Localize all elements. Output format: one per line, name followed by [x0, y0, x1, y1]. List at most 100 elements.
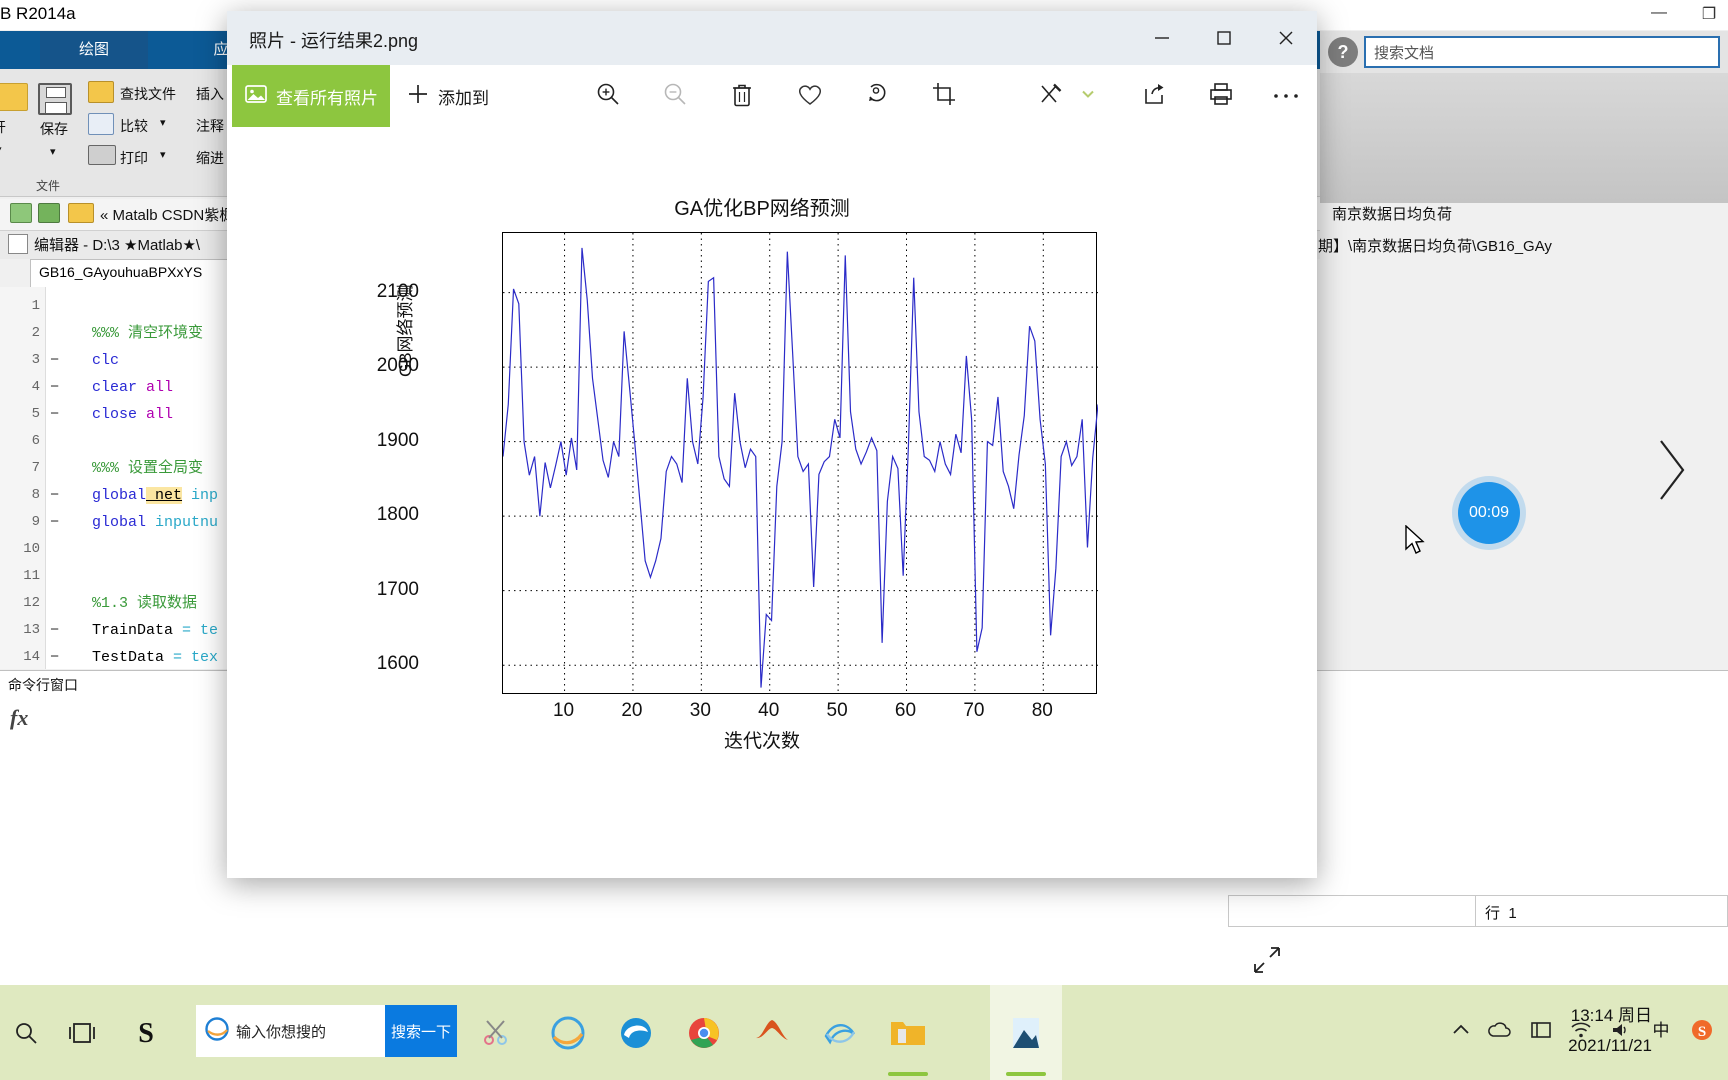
photos-maximize-button[interactable]: [1193, 11, 1255, 65]
matlab-window-controls[interactable]: — ❐: [1648, 4, 1720, 24]
open-dropdown-caret[interactable]: ▾: [0, 143, 2, 156]
photos-minimize-button[interactable]: [1131, 11, 1193, 65]
address-refresh-icon[interactable]: [38, 203, 60, 223]
taskbar-search-button[interactable]: 搜索一下: [385, 1005, 457, 1057]
sogou-input-icon[interactable]: S: [122, 985, 170, 1080]
comment-label[interactable]: 注释: [196, 116, 224, 136]
help-icon[interactable]: ?: [1328, 37, 1358, 67]
photos-icon: [244, 82, 268, 111]
chart-title: GA优化BP网络预测: [674, 198, 850, 220]
zoom-out-button[interactable]: [654, 65, 696, 127]
insert-label[interactable]: 插入: [196, 84, 224, 104]
code-line-text: %%% 清空环境变: [92, 325, 204, 342]
more-options-button[interactable]: [1265, 65, 1307, 127]
favorite-button[interactable]: [789, 65, 831, 127]
compare-icon[interactable]: [88, 113, 114, 135]
taskbar-search-icon-button[interactable]: [0, 985, 52, 1080]
matlab-help-bar: ? 搜索文档: [1320, 31, 1728, 73]
print-button[interactable]: [1200, 65, 1242, 127]
code-line-text: TestData = tex: [92, 649, 219, 666]
onedrive-icon[interactable]: [1488, 1020, 1512, 1045]
sogou-tray-icon[interactable]: S: [1690, 1018, 1714, 1047]
delete-button[interactable]: [721, 65, 763, 127]
task-view-button[interactable]: [56, 985, 108, 1080]
code-line-text: clc: [92, 352, 120, 369]
save-button-label[interactable]: 保存: [40, 119, 68, 139]
matlab-tab-plots[interactable]: 绘图: [40, 31, 148, 69]
share-button[interactable]: [1133, 65, 1175, 127]
print-icon[interactable]: [88, 145, 116, 165]
indent-label[interactable]: 缩进: [196, 148, 224, 168]
chrome-icon[interactable]: [676, 985, 732, 1080]
nutstore-icon[interactable]: [812, 985, 868, 1080]
crop-button[interactable]: [923, 65, 965, 127]
ime-chinese-icon[interactable]: 中: [1650, 1019, 1672, 1046]
editor-file-tab[interactable]: GB16_GAyouhuaBPXxYS: [30, 259, 260, 287]
enhance-dropdown-button[interactable]: [1075, 65, 1101, 127]
code-line-number: 11: [23, 568, 40, 584]
recording-timer-badge[interactable]: 00:09: [1458, 482, 1520, 544]
matlab-right-panel: [1320, 73, 1728, 203]
print-icon: [1207, 80, 1235, 113]
chart-plot-area: [502, 232, 1098, 695]
ie-small-icon: [204, 1016, 230, 1047]
code-breakpoint-dash[interactable]: −: [50, 347, 59, 374]
show-desktop-button[interactable]: [1718, 985, 1728, 1080]
open-folder-icon[interactable]: [0, 83, 28, 111]
find-files-label[interactable]: 查找文件: [120, 84, 176, 104]
file-explorer-icon[interactable]: [880, 985, 936, 1080]
crop-icon: [930, 80, 958, 113]
share-icon: [1140, 80, 1168, 113]
help-search-input[interactable]: 搜索文档: [1364, 36, 1720, 68]
action-center-icon[interactable]: [1530, 1021, 1552, 1044]
save-icon[interactable]: [38, 83, 72, 115]
code-breakpoint-dash[interactable]: −: [50, 482, 59, 509]
photos-close-button[interactable]: [1255, 11, 1317, 65]
expand-button[interactable]: [1249, 942, 1289, 982]
code-breakpoint-dash[interactable]: −: [50, 401, 59, 428]
code-breakpoint-dash[interactable]: −: [50, 644, 59, 671]
photo-canvas[interactable]: GA优化BP网络预测 GB网络预测 1600 1700 1800 1900 2000 21…: [227, 127, 1317, 973]
matlab-code-editor[interactable]: 1 2%%% 清空环境变 3− clc 4− clear all 5− close all 6 7…: [0, 287, 250, 669]
internet-explorer-icon[interactable]: [540, 985, 596, 1080]
rotate-button[interactable]: [856, 65, 898, 127]
compare-label[interactable]: 比较: [120, 116, 148, 136]
photos-taskbar-icon[interactable]: [990, 985, 1062, 1080]
enhance-button[interactable]: [1030, 65, 1072, 127]
code-line-text: close all: [92, 406, 174, 423]
code-breakpoint-dash[interactable]: −: [50, 374, 59, 401]
chart-y-tick-label: 1700: [376, 578, 419, 600]
open-button-label[interactable]: 开: [0, 117, 6, 137]
matlab-maximize-icon[interactable]: ❐: [1698, 4, 1720, 24]
status-divider: [1475, 895, 1476, 927]
find-files-icon[interactable]: [88, 81, 114, 103]
add-to-button[interactable]: 添加到: [405, 65, 489, 127]
code-line-number: 14: [23, 649, 40, 665]
chart-x-tick-label: 30: [689, 700, 711, 721]
view-all-photos-button[interactable]: 查看所有照片: [232, 65, 390, 127]
matlab-taskbar-icon[interactable]: [744, 985, 800, 1080]
code-breakpoint-dash[interactable]: −: [50, 617, 59, 644]
status-row-value: 1: [1508, 905, 1517, 922]
code-breakpoint-dash[interactable]: −: [50, 509, 59, 536]
print-caret[interactable]: ▾: [160, 148, 166, 161]
taskbar-date: 2021/11/21: [1568, 1036, 1652, 1055]
address-up-icon[interactable]: [10, 203, 32, 223]
print-label[interactable]: 打印: [120, 148, 148, 168]
show-hidden-icons-button[interactable]: [1452, 1023, 1470, 1042]
zoom-in-button[interactable]: [587, 65, 629, 127]
save-dropdown-caret[interactable]: ▾: [50, 145, 56, 158]
editor-icon: [8, 234, 28, 254]
code-line-number: 7: [31, 460, 40, 476]
compare-caret[interactable]: ▾: [160, 116, 166, 129]
code-line-text: %1.3 读取数据: [92, 595, 198, 612]
plus-icon: [405, 81, 431, 112]
matlab-minimize-icon[interactable]: —: [1648, 4, 1670, 24]
taskbar-clock[interactable]: 13:14 周日 2021/11/21: [1568, 1001, 1652, 1061]
snipping-tool-icon[interactable]: [468, 985, 524, 1080]
edge-icon[interactable]: [608, 985, 664, 1080]
next-photo-button[interactable]: [1648, 432, 1694, 508]
address-breadcrumb[interactable]: « Matalb CSDN紫枫: [100, 204, 234, 225]
code-line-text: %%% 设置全局变: [92, 460, 204, 477]
zoom-out-icon: [661, 80, 689, 113]
